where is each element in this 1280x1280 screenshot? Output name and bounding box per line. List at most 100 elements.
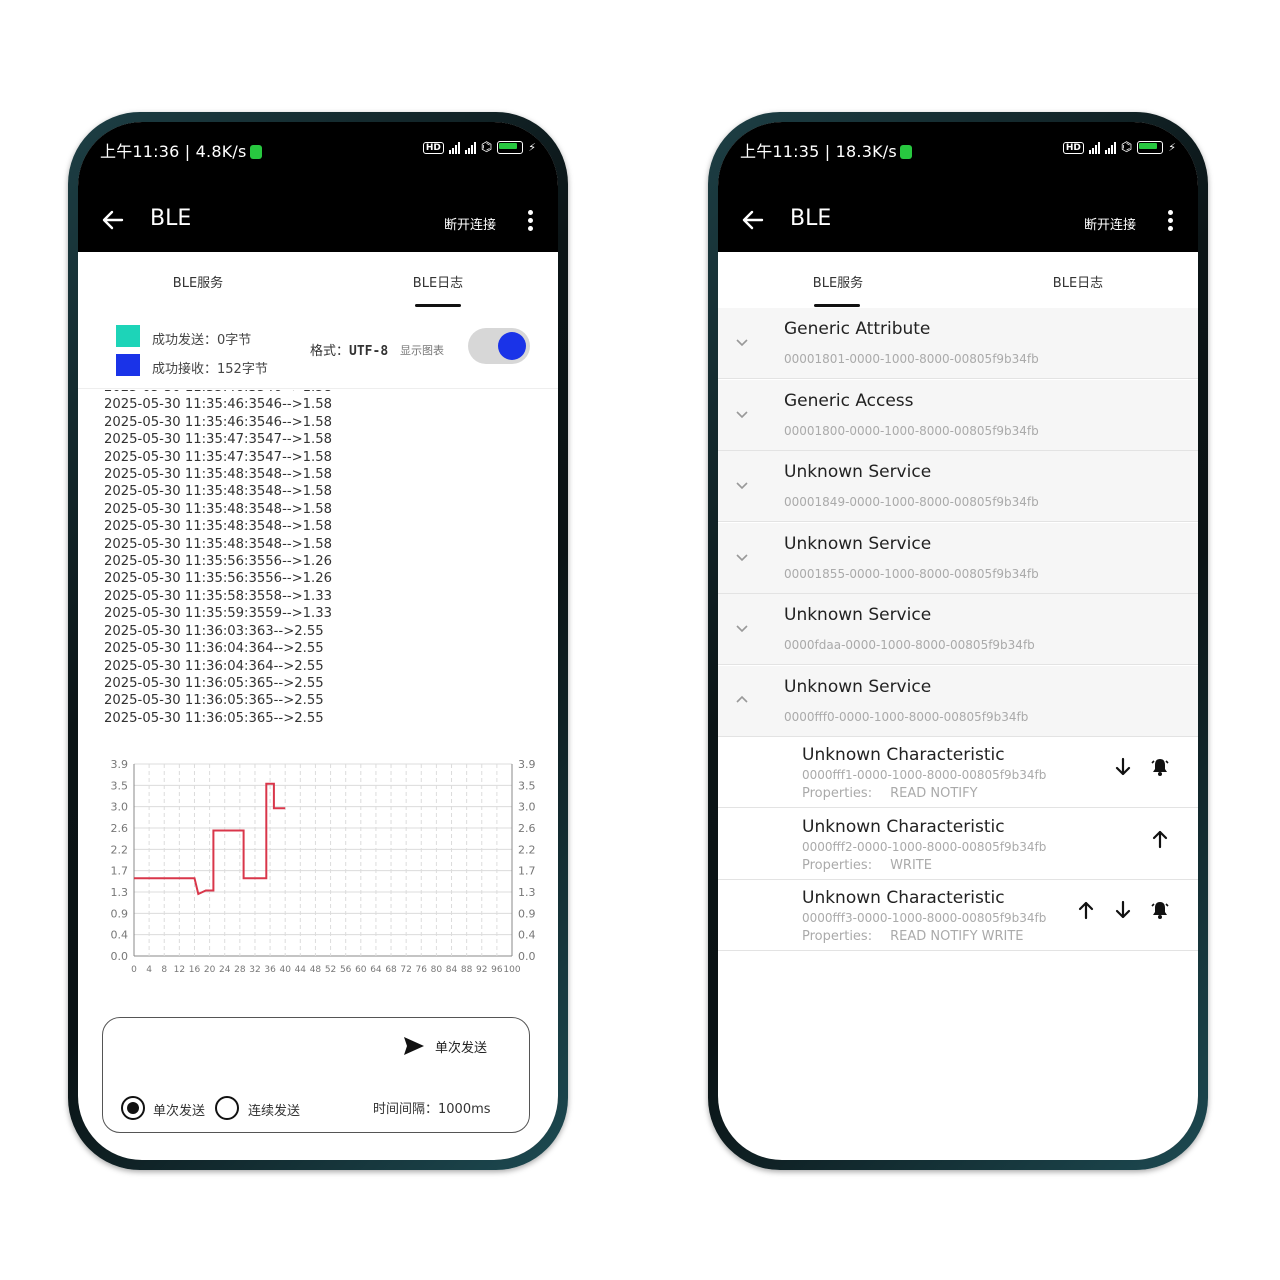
status-bar: 上午11:35 | 18.3K/s HD ⌬ ⚡ [718,122,1198,194]
y-tick-label-left: 3.9 [111,758,129,771]
y-tick-label-right: 2.6 [518,822,536,835]
y-tick-label-right: 0.4 [518,929,536,942]
read-arrow-down-icon[interactable] [1113,757,1133,777]
service-row[interactable]: Generic Attribute 00001801-0000-1000-8000… [718,308,1198,379]
app-bar: BLE 断开连接 [78,194,558,252]
x-tick-label: 56 [340,965,352,975]
chevron-down-icon[interactable] [736,479,748,491]
tab-bar: BLE服务 BLE日志 [78,252,558,308]
service-uuid: 00001801-0000-1000-8000-00805f9b34fb [784,352,1039,366]
x-tick-label: 64 [370,965,382,975]
properties-value: WRITE [890,857,932,873]
left-phone-frame: 上午11:36 | 4.8K/s HD ⌬ ⚡ BLE 断开连接 BLE服务 B… [68,112,568,1170]
tab-ble-services[interactable]: BLE服务 [718,272,958,291]
characteristic-properties: Properties: READ NOTIFY WRITE [802,929,1024,944]
characteristic-name: Unknown Characteristic [802,745,1005,765]
interval-input[interactable]: 时间间隔：1000ms [373,1098,491,1117]
service-name: Unknown Service [784,676,932,697]
properties-value: READ NOTIFY [890,786,978,801]
received-data-chart: 3.9 3.9 3.5 3.5 3.0 3.0 2.6 2.6 2.2 2.2 1.7 1.7 1.3 1… [111,758,536,975]
disconnect-button[interactable]: 断开连接 [1084,214,1136,233]
notify-bell-icon[interactable] [1150,900,1170,920]
characteristic-uuid: 0000fff1-0000-1000-8000-00805f9b34fb [802,768,1047,782]
status-bar: 上午11:36 | 4.8K/s HD ⌬ ⚡ [78,122,558,194]
x-tick-label: 40 [279,965,291,975]
log-list[interactable]: 2025-05-30 11:35:46:3546-->1.58 2025-05-3… [104,390,404,734]
more-options-icon[interactable] [528,210,534,234]
service-name: Unknown Service [784,605,932,625]
right-phone-frame: 上午11:35 | 18.3K/s HD ⌬ ⚡ BLE 断开连接 BLE服务 … [708,112,1208,1170]
charging-icon: ⚡ [528,141,536,154]
characteristic-row[interactable]: Unknown Characteristic 0000fff1-0000-1000… [718,737,1198,808]
characteristic-properties: Properties: READ NOTIFY [802,786,978,801]
notify-bell-icon[interactable] [1150,757,1170,777]
characteristic-row[interactable]: Unknown Characteristic 0000fff3-0000-1000… [718,880,1198,951]
status-icons: HD ⌬ ⚡ [1062,140,1176,155]
y-tick-label-left: 2.2 [111,843,129,856]
log-line: 2025-05-30 11:35:48:3548-->1.58 [104,484,332,500]
log-line: 2025-05-30 11:35:58:3558-->1.33 [104,588,332,604]
y-tick-label-left: 3.0 [111,801,129,814]
battery-icon [497,141,524,154]
log-line: 2025-05-30 11:35:48:3548-->1.58 [104,519,332,535]
tab-ble-log[interactable]: BLE日志 [318,272,558,291]
x-tick-label: 8 [161,965,167,975]
chevron-down-icon[interactable] [736,551,748,563]
status-indicator-icon [899,145,912,159]
x-tick-label: 44 [295,965,307,975]
x-tick-label: 100 [503,965,520,975]
x-tick-label: 28 [234,965,246,975]
continuous-send-radio[interactable] [215,1096,239,1120]
send-icon[interactable] [403,1036,425,1056]
status-indicator-icon [249,145,262,159]
read-arrow-down-icon[interactable] [1113,900,1133,920]
chevron-down-icon[interactable] [736,336,748,348]
service-row[interactable]: Unknown Service 00001849-0000-1000-8000-0… [718,451,1198,522]
y-tick-label-left: 0.9 [111,907,129,920]
y-tick-label-left: 1.7 [111,865,129,878]
tab-ble-services[interactable]: BLE服务 [78,272,318,291]
properties-label: Properties: [802,929,873,944]
app-bar: BLE 断开连接 [718,194,1198,252]
service-uuid: 00001855-0000-1000-8000-00805f9b34fb [784,566,1039,581]
write-arrow-up-icon[interactable] [1150,829,1170,849]
send-once-button[interactable]: 单次发送 [435,1037,487,1056]
service-row[interactable]: Unknown Service 0000fdaa-0000-1000-8000-0… [718,594,1198,665]
characteristic-row[interactable]: Unknown Characteristic 0000fff2-0000-1000… [718,808,1198,880]
app-title: BLE [790,206,832,231]
log-line: 2025-05-30 11:35:47:3547-->1.58 [104,432,332,448]
y-tick-label-left: 1.3 [111,886,129,899]
y-tick-label-right: 3.0 [518,801,536,814]
back-arrow-icon[interactable] [100,207,126,233]
chevron-up-icon[interactable] [736,694,748,706]
service-row[interactable]: Generic Access 00001800-0000-1000-8000-00… [718,379,1198,451]
show-chart-toggle[interactable] [468,328,530,364]
toggle-knob [498,332,526,360]
x-tick-label: 32 [249,965,260,975]
service-name: Generic Attribute [784,319,931,339]
single-send-radio[interactable] [121,1096,145,1120]
back-arrow-icon[interactable] [740,207,766,233]
x-tick-label: 12 [174,965,185,975]
x-tick-label: 4 [146,965,152,975]
signal-icon [448,141,460,154]
service-row[interactable]: Unknown Service 0000fff0-0000-1000-8000-0… [718,665,1198,737]
x-tick-label: 76 [416,965,428,975]
log-line: 2025-05-30 11:36:05:365-->2.55 [104,693,324,709]
signal-icon [1088,141,1100,154]
y-tick-label-right: 0.0 [518,950,536,963]
disconnect-button[interactable]: 断开连接 [444,214,496,233]
service-row[interactable]: Unknown Service 00001855-0000-1000-8000-0… [718,522,1198,594]
log-line: 2025-05-30 11:35:46:3546-->1.58 [104,414,332,430]
write-arrow-up-icon[interactable] [1076,900,1096,920]
charging-icon: ⚡ [1168,141,1176,154]
service-name: Unknown Service [784,533,932,554]
chevron-down-icon[interactable] [736,622,748,634]
chevron-down-icon[interactable] [736,408,748,420]
x-tick-label: 48 [310,965,322,975]
format-selector[interactable]: 格式：UTF-8 [310,340,388,359]
hd-icon: HD [1062,141,1084,154]
tab-ble-log[interactable]: BLE日志 [958,272,1198,291]
x-tick-label: 16 [189,965,201,975]
more-options-icon[interactable] [1168,210,1174,234]
